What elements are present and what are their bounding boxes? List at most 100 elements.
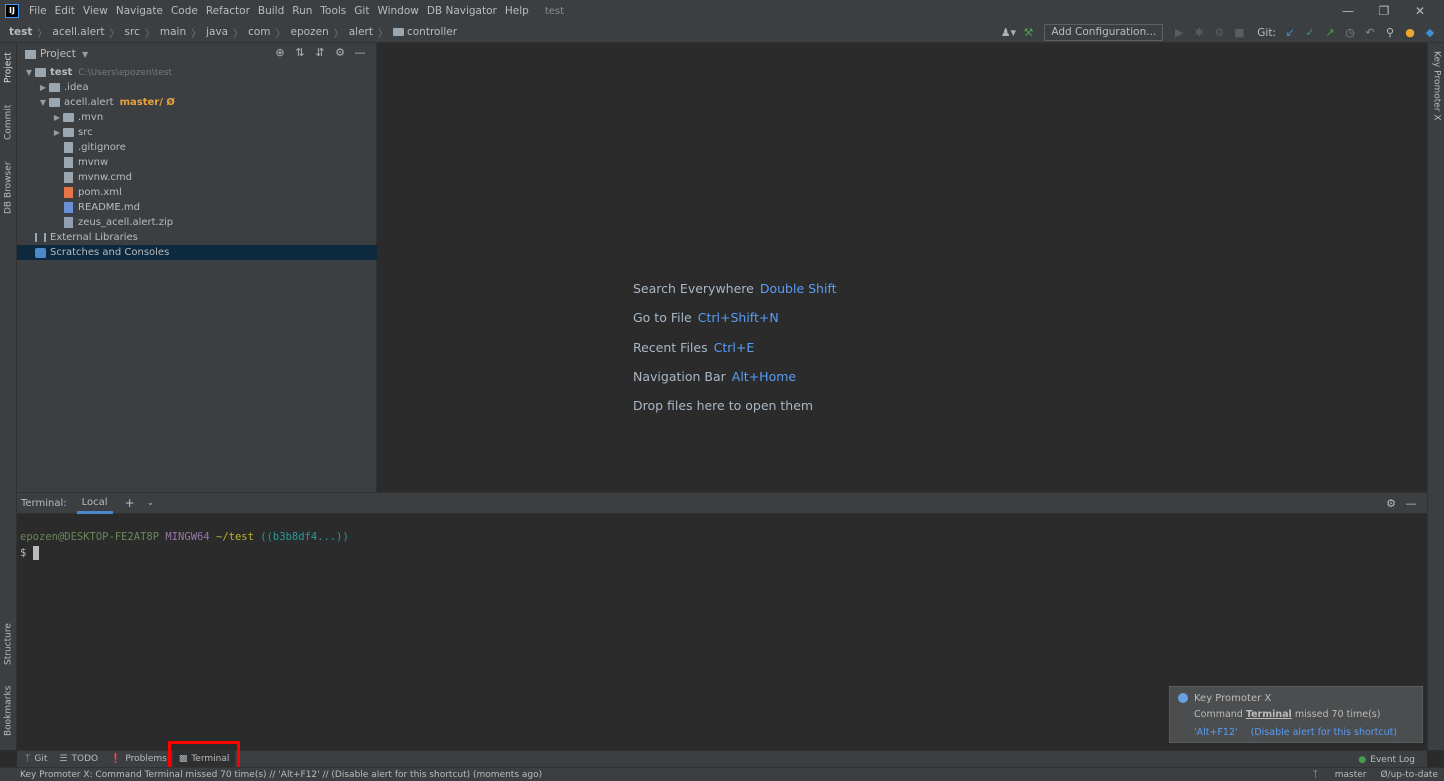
chevron-right-icon[interactable]: ▶ [37, 83, 49, 92]
tree-item-idea[interactable]: ▶ .idea [17, 80, 377, 95]
commit-tool-tab[interactable]: Commit [0, 99, 17, 145]
problems-tool-tab[interactable]: ❗ Problems [104, 751, 173, 768]
git-update-icon[interactable]: ↙ [1280, 26, 1300, 39]
notification-message: Command Terminal missed 70 time(s) [1194, 709, 1381, 720]
collapse-all-icon[interactable]: ⇵ [310, 46, 330, 59]
structure-tool-tab[interactable]: Structure [0, 617, 17, 671]
run-icon[interactable]: ▶ [1169, 26, 1189, 39]
menu-tools[interactable]: Tools [316, 5, 350, 17]
menu-navigate[interactable]: Navigate [112, 5, 167, 17]
breadcrumb-java[interactable]: java [206, 26, 228, 38]
chevron-right-icon: 〉 [191, 28, 202, 40]
breadcrumb-main[interactable]: main [160, 26, 186, 38]
menu-refactor[interactable]: Refactor [202, 5, 254, 17]
window-project-title: test [544, 5, 565, 17]
breadcrumb-acell-alert[interactable]: acell.alert [52, 26, 104, 38]
tree-item-external-libraries[interactable]: External Libraries [17, 230, 377, 245]
breadcrumb-src[interactable]: src [125, 26, 140, 38]
menu-code[interactable]: Code [167, 5, 202, 17]
chevron-down-icon[interactable]: ▼ [37, 98, 49, 107]
todo-tool-tab[interactable]: ☰ TODO [53, 751, 104, 768]
tree-item-pom-xml[interactable]: pom.xml [17, 185, 377, 200]
editor-hints: Search Everywhere Double Shift Go to File… [633, 281, 837, 427]
breadcrumb-test[interactable]: test [9, 26, 32, 38]
expand-all-icon[interactable]: ⇅ [290, 46, 310, 59]
git-rollback-icon[interactable]: ↶ [1360, 26, 1380, 39]
tree-item-acell-alert[interactable]: ▼ acell.alert master/ Ø [17, 95, 377, 110]
git-history-icon[interactable]: ◷ [1340, 26, 1360, 39]
menu-file[interactable]: File [25, 5, 51, 17]
restore-icon[interactable]: ❐ [1366, 4, 1402, 18]
tree-item-scratches[interactable]: Scratches and Consoles [17, 245, 377, 260]
git-sync-status[interactable]: Ø/up-to-date [1380, 770, 1438, 780]
breadcrumb-epozen[interactable]: epozen [291, 26, 329, 38]
breadcrumb-controller[interactable]: controller [407, 26, 457, 38]
git-push-icon[interactable]: ↗ [1320, 26, 1340, 39]
shortcut-link[interactable]: 'Alt+F12' [1194, 727, 1238, 738]
minimize-icon[interactable]: — [1330, 4, 1366, 18]
coverage-icon[interactable]: ⚙ [1209, 26, 1229, 39]
terminal-header: Terminal: Local + ⌄ ⚙ — [17, 492, 1427, 514]
add-configuration-button[interactable]: Add Configuration... [1044, 24, 1164, 41]
tree-item-gitignore[interactable]: .gitignore [17, 140, 377, 155]
chevron-right-icon[interactable]: ▶ [51, 128, 63, 137]
user-icon[interactable]: ♟▾ [998, 26, 1018, 39]
locate-icon[interactable]: ⊕ [270, 46, 290, 59]
db-browser-tool-tab[interactable]: DB Browser [0, 155, 17, 221]
chevron-right-icon[interactable]: ▶ [51, 113, 63, 122]
menu-build[interactable]: Build [254, 5, 288, 17]
tree-item-readme[interactable]: README.md [17, 200, 377, 215]
breadcrumb-com[interactable]: com [248, 26, 270, 38]
close-icon[interactable]: ✕ [1402, 4, 1438, 18]
event-log-tool-tab[interactable]: ● Event Log [1352, 751, 1421, 768]
text-cursor [32, 546, 39, 560]
git-commit-icon[interactable]: ✓ [1300, 26, 1320, 39]
project-panel-title[interactable]: Project [40, 48, 76, 60]
menu-view[interactable]: View [79, 5, 112, 17]
chevron-down-icon[interactable]: ⌄ [147, 498, 155, 508]
prompt-branch: ((b3b8df4...)) [260, 531, 349, 543]
bookmarks-tool-tab[interactable]: Bookmarks [0, 679, 17, 743]
key-promoter-tool-tab[interactable]: Key Promoter X [1428, 51, 1444, 131]
tree-item-mvn[interactable]: ▶ .mvn [17, 110, 377, 125]
editor-empty-area[interactable]: Search Everywhere Double Shift Go to File… [378, 43, 1427, 492]
chevron-right-icon: 〉 [275, 28, 286, 40]
gear-icon[interactable]: ⚙ [1381, 497, 1401, 510]
gear-icon[interactable]: ⚙ [330, 46, 350, 59]
tree-item-zip[interactable]: zeus_acell.alert.zip [17, 215, 377, 230]
hide-icon[interactable]: — [350, 46, 370, 59]
plus-icon[interactable]: + [125, 496, 135, 510]
menu-window[interactable]: Window [373, 5, 422, 17]
hide-icon[interactable]: — [1401, 497, 1421, 510]
stop-icon[interactable]: ■ [1229, 26, 1249, 39]
status-message[interactable]: Key Promoter X: Command Terminal missed … [20, 770, 542, 780]
debug-icon[interactable]: ✱ [1189, 26, 1209, 39]
hammer-build-icon[interactable]: ⚒ [1018, 26, 1038, 39]
prompt-symbol: $ [20, 547, 27, 559]
git-branch-widget[interactable]: ᛉ master [1298, 770, 1366, 780]
tree-item-mvnw[interactable]: mvnw [17, 155, 377, 170]
menu-git[interactable]: Git [350, 5, 373, 17]
git-branch-icon: ᛉ [25, 754, 31, 764]
tree-item-test[interactable]: ▼ test C:\Users\epozen\test [17, 65, 377, 80]
git-tool-tab[interactable]: ᛉ Git [19, 751, 53, 768]
tree-item-src[interactable]: ▶ src [17, 125, 377, 140]
search-icon[interactable]: ⚲ [1380, 26, 1400, 39]
chevron-down-icon[interactable]: ▼ [23, 68, 35, 77]
key-promoter-notification: Key Promoter X Command Terminal missed 7… [1169, 686, 1423, 743]
project-tool-tab[interactable]: Project [0, 47, 17, 89]
menu-run[interactable]: Run [288, 5, 316, 17]
hint-drop-files: Drop files here to open them [633, 398, 814, 414]
terminal-tab-local[interactable]: Local [76, 493, 113, 514]
tree-item-mvnw-cmd[interactable]: mvnw.cmd [17, 170, 377, 185]
disable-alert-link[interactable]: (Disable alert for this shortcut) [1251, 727, 1397, 738]
plugin-icon[interactable]: ◆ [1420, 26, 1440, 39]
terminal-input-line[interactable]: $ [20, 546, 39, 560]
menu-edit[interactable]: Edit [51, 5, 79, 17]
chevron-down-icon[interactable]: ▼ [82, 50, 88, 59]
update-icon[interactable]: ● [1400, 26, 1420, 39]
menu-help[interactable]: Help [501, 5, 533, 17]
breadcrumb-alert[interactable]: alert [349, 26, 373, 38]
menu-db-navigator[interactable]: DB Navigator [423, 5, 501, 17]
right-tool-strip: Key Promoter X [1427, 43, 1444, 750]
